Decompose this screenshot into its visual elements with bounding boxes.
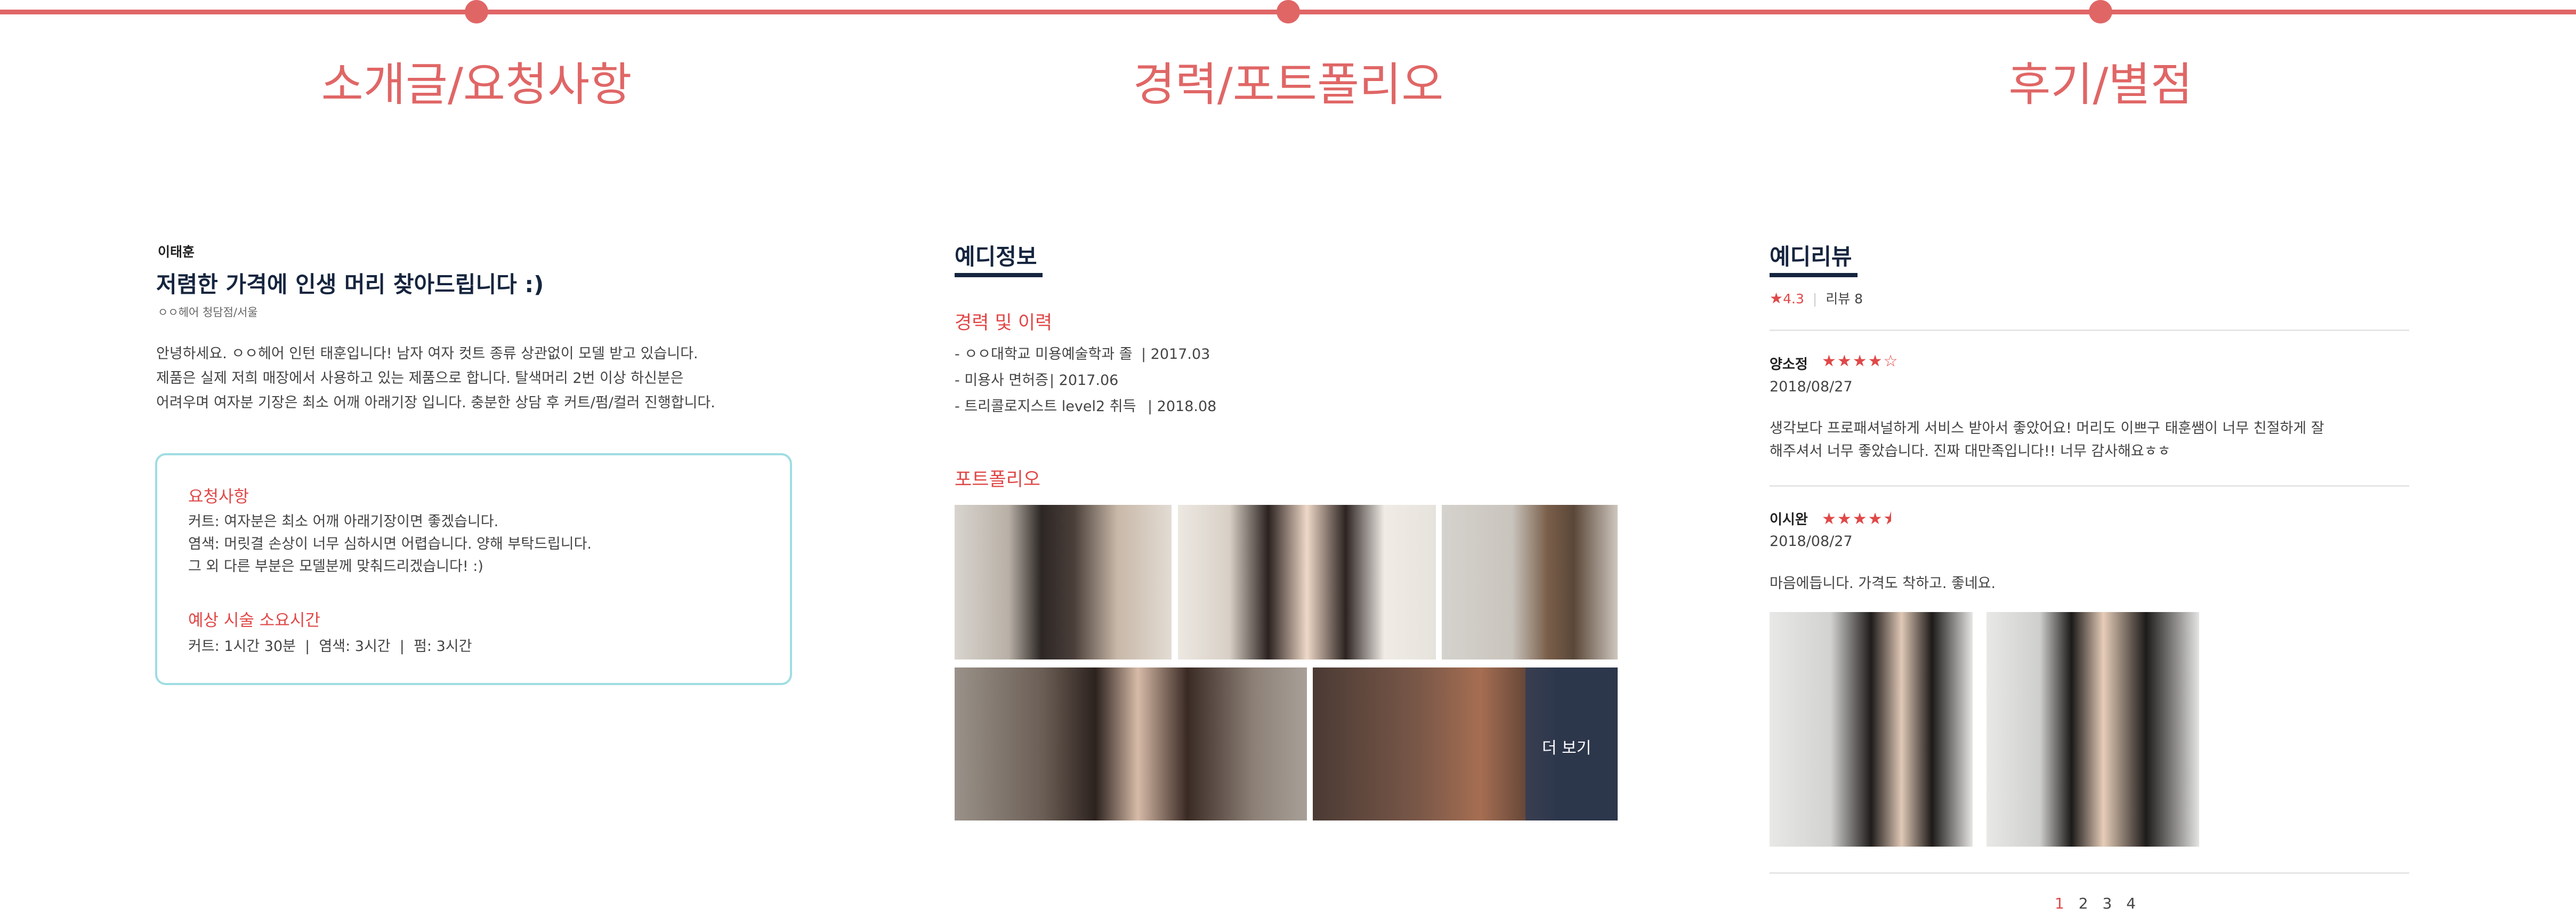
section-title-career[interactable]: 경력/포트폴리오 bbox=[1133, 47, 1444, 114]
time-title: 예상 시술 소요시간 bbox=[188, 611, 320, 630]
info-title: 예디정보 bbox=[955, 244, 1037, 270]
reviews-title-underline bbox=[1770, 273, 1858, 277]
review-count: 리뷰 8 bbox=[1826, 291, 1863, 307]
rating-summary: ★4.3 | 리뷰 8 bbox=[1770, 288, 1863, 308]
review-photo[interactable] bbox=[1986, 612, 2199, 847]
portfolio-photo[interactable] bbox=[955, 667, 1307, 821]
review-stars: ★★★★⯨ bbox=[1822, 510, 1893, 528]
star-icon: ★ bbox=[1770, 289, 1783, 307]
review-line: 생각보다 프로패셔널하게 서비스 받아서 좋았어요! 머리도 이쁘구 태훈쌤이 … bbox=[1770, 420, 2324, 437]
review-author: 이시완 bbox=[1770, 512, 1808, 528]
review-date: 2018/08/27 bbox=[1770, 379, 1853, 395]
page-link-2[interactable]: 2 bbox=[2079, 895, 2088, 912]
review-author: 양소정 bbox=[1770, 357, 1808, 373]
divider bbox=[1770, 329, 2409, 331]
profile-headline: 저렴한 가격에 인생 머리 찾아드립니다 :) bbox=[156, 271, 544, 297]
page-link-4[interactable]: 4 bbox=[2126, 895, 2136, 912]
career-item: - 미용사 면허증 bbox=[955, 372, 1048, 389]
request-line: 염색: 머릿결 손상이 너무 심하시면 어렵습니다. 양해 부탁드립니다. bbox=[188, 536, 592, 552]
more-photos-label[interactable]: 더 보기 bbox=[1542, 735, 1591, 758]
step-dot-career bbox=[1277, 0, 1300, 23]
career-row: - 트리콜로지스트 level2 취득 | 2018.08 bbox=[955, 393, 1216, 420]
review-line: 해주셔서 너무 좋았습니다. 진짜 대만족입니다!! 너무 감사해요ㅎㅎ bbox=[1770, 443, 2171, 460]
career-row: - 미용사 면허증| 2017.06 bbox=[955, 367, 1216, 393]
review-line: 마음에듭니다. 가격도 착하고. 좋네요. bbox=[1770, 575, 1996, 592]
intro-line: 어려우며 여자분 기장은 최소 어깨 아래기장 입니다. 충분한 상담 후 커트… bbox=[156, 395, 715, 411]
portfolio-title: 포트폴리오 bbox=[955, 469, 1041, 490]
career-date: | 2017.03 bbox=[1141, 346, 1210, 363]
intro-text: 안녕하세요. ㅇㅇ헤어 인턴 태훈입니다! 남자 여자 컷트 종류 상관없이 모… bbox=[156, 342, 849, 415]
divider: | bbox=[1812, 291, 1818, 307]
page-link-1[interactable]: 1 bbox=[2055, 895, 2064, 912]
review-date: 2018/08/27 bbox=[1770, 533, 1853, 550]
divider bbox=[1770, 485, 2409, 487]
section-title-review[interactable]: 후기/별점 bbox=[2008, 47, 2192, 114]
pagination: 1 2 3 4 bbox=[2055, 895, 2136, 912]
career-date: | 2018.08 bbox=[1148, 398, 1217, 415]
intro-line: 제품은 실제 저희 매장에서 사용하고 있는 제품으로 합니다. 탈색머리 2번… bbox=[156, 370, 684, 387]
step-dot-review bbox=[2089, 0, 2112, 23]
review-stars: ★★★★☆ bbox=[1822, 352, 1899, 371]
request-line: 커트: 여자분은 최소 어깨 아래기장이면 좋겠습니다. bbox=[188, 513, 499, 530]
request-line: 그 외 다른 부분은 모델분께 맞춰드리겠습니다! :) bbox=[188, 558, 483, 575]
divider bbox=[1770, 872, 2409, 874]
info-title-underline bbox=[955, 273, 1043, 277]
career-date: | 2017.06 bbox=[1049, 372, 1119, 389]
review-photo[interactable] bbox=[1770, 612, 1973, 847]
step-dot-intro bbox=[465, 0, 488, 23]
page-link-3[interactable]: 3 bbox=[2102, 895, 2112, 912]
shop-location: ㅇㅇ헤어 청담점/서울 bbox=[158, 306, 258, 319]
review-text: 생각보다 프로패셔널하게 서비스 받아서 좋았어요! 머리도 이쁘구 태훈쌤이 … bbox=[1770, 417, 2409, 463]
review-text: 마음에듭니다. 가격도 착하고. 좋네요. bbox=[1770, 572, 2409, 596]
intro-line: 안녕하세요. ㅇㅇ헤어 인턴 태훈입니다! 남자 여자 컷트 종류 상관없이 모… bbox=[156, 345, 698, 362]
reviews-title: 예디리뷰 bbox=[1770, 244, 1852, 270]
career-list: - ㅇㅇ대학교 미용예술학과 졸 | 2017.03 - 미용사 면허증| 201… bbox=[955, 341, 1216, 420]
rating-value: 4.3 bbox=[1783, 291, 1804, 307]
designer-name: 이태훈 bbox=[158, 244, 195, 260]
portfolio-photo[interactable] bbox=[955, 505, 1172, 659]
request-list: 커트: 여자분은 최소 어깨 아래기장이면 좋겠습니다. 염색: 머릿결 손상이… bbox=[188, 511, 774, 578]
section-title-intro[interactable]: 소개글/요청사항 bbox=[321, 47, 632, 114]
portfolio-photo[interactable] bbox=[1442, 505, 1618, 659]
portfolio-photo[interactable] bbox=[1178, 505, 1436, 659]
request-title: 요청사항 bbox=[188, 487, 249, 506]
career-title: 경력 및 이력 bbox=[955, 312, 1053, 334]
career-item: - 트리콜로지스트 level2 취득 bbox=[955, 398, 1136, 415]
career-item: - ㅇㅇ대학교 미용예술학과 졸 bbox=[955, 346, 1133, 363]
time-text: 커트: 1시간 30분 | 염색: 3시간 | 펌: 3시간 bbox=[188, 638, 472, 655]
career-row: - ㅇㅇ대학교 미용예술학과 졸 | 2017.03 bbox=[955, 341, 1216, 367]
